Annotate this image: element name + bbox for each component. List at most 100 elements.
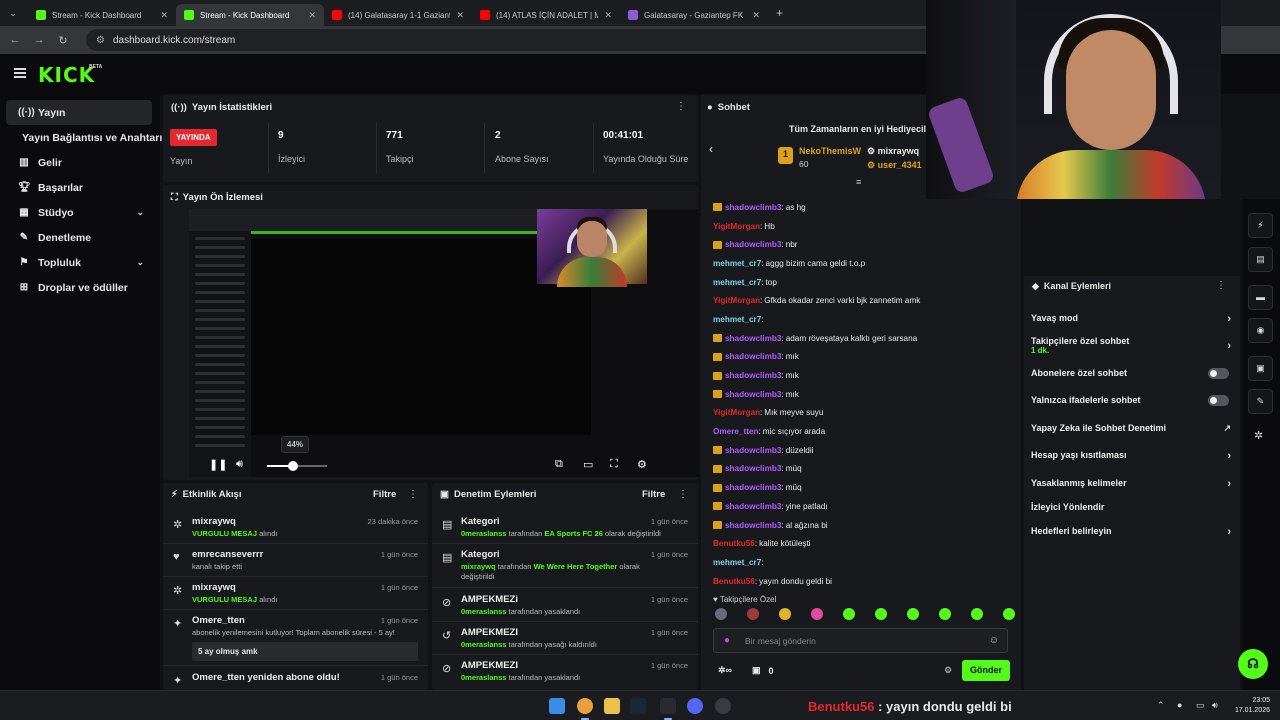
tray-chevron-icon[interactable]: ⌃ — [1157, 700, 1165, 711]
collapse-icon[interactable]: ≡ — [856, 177, 861, 187]
gift-icon[interactable]: ✲ — [1254, 429, 1263, 442]
chat-username[interactable]: Omere_tten — [713, 427, 759, 436]
app-icon[interactable] — [715, 698, 731, 714]
more-options-icon[interactable]: ⋮ — [1216, 280, 1226, 291]
top-gifter[interactable]: NekoThemisW — [799, 146, 861, 156]
chrome-icon[interactable] — [577, 698, 593, 714]
emote[interactable] — [907, 608, 919, 620]
forward-icon[interactable]: → — [32, 34, 46, 46]
mic-icon[interactable]: ● — [1177, 700, 1182, 710]
chat-username[interactable]: shadowclimb3 — [725, 464, 781, 473]
chat-bubble-icon[interactable]: ▬ — [1248, 285, 1273, 310]
chat-username[interactable]: shadowclimb3 — [725, 483, 781, 492]
back-icon[interactable]: ← — [8, 34, 22, 46]
sidebar-item-yayin[interactable]: ((·)) Yayın — [6, 100, 152, 125]
emote[interactable] — [779, 608, 791, 620]
slow-mode-item[interactable]: Yavaş mod › — [1031, 313, 1231, 325]
chat-username[interactable]: YigitMorgan — [713, 222, 760, 231]
channel-points-icon[interactable]: ✲∞ — [718, 665, 732, 676]
lightning-icon[interactable]: ⚡︎ — [1248, 213, 1273, 238]
chat-username[interactable]: shadowclimb3 — [725, 352, 781, 361]
chat-username[interactable]: shadowclimb3 — [725, 371, 781, 380]
moderation-icon[interactable]: ▣ — [1248, 356, 1273, 381]
pause-icon[interactable]: ❚❚ — [209, 458, 227, 471]
chat-username[interactable]: mehmet_cr7 — [713, 558, 761, 567]
wrench-icon[interactable]: ✎ — [1248, 389, 1273, 414]
emote[interactable] — [939, 608, 951, 620]
app-icon[interactable] — [660, 698, 676, 714]
pip-icon[interactable]: ⧉ — [555, 458, 563, 471]
close-icon[interactable]: ✕ — [604, 10, 612, 21]
volume-icon[interactable]: 🔊︎ — [236, 458, 243, 471]
volume-slider[interactable] — [267, 461, 327, 471]
chat-settings-icon[interactable]: ⚙ — [944, 665, 952, 676]
chat-username[interactable]: shadowclimb3 — [725, 203, 781, 212]
account-age-item[interactable]: Hesap yaşı kısıtlaması › — [1031, 450, 1231, 462]
support-button[interactable]: ☊ — [1238, 649, 1268, 679]
send-button[interactable]: Gönder — [962, 660, 1010, 681]
browser-tab[interactable]: (14) ATLAS İÇİN ADALET | Mad ✕ — [472, 4, 620, 26]
browser-tab[interactable]: Galatasaray - Gaziantep FK Ma ✕ — [620, 4, 768, 26]
raid-item[interactable]: İzleyici Yönlendir — [1031, 502, 1231, 512]
folder-icon[interactable] — [604, 698, 620, 714]
emotes-only-toggle[interactable] — [1208, 395, 1229, 406]
system-clock[interactable]: 23:05 17.01.2026 — [1235, 696, 1270, 716]
emote[interactable] — [811, 608, 823, 620]
activity-filter-button[interactable]: Filtre — [373, 489, 396, 500]
sidebar-item-basarilar[interactable]: 🏆︎ Başarılar — [6, 175, 152, 200]
emoji-icon[interactable]: ☺ — [989, 635, 999, 646]
sidebar-item-topluluk[interactable]: ⚑ Topluluk ⌄ — [6, 250, 152, 275]
broadcast-icon[interactable]: ◉ — [1248, 318, 1273, 343]
tab-search-icon[interactable]: ⌄ — [0, 0, 26, 26]
fullscreen-icon[interactable]: ⛶ — [610, 458, 618, 471]
chat-username[interactable]: Benutku56 — [713, 577, 755, 586]
top-gifter[interactable]: ⚙ mixraywq — [867, 146, 919, 157]
ai-moderation-item[interactable]: Yapay Zeka ile Sohbet Denetimi ↗ — [1031, 423, 1231, 433]
chat-username[interactable]: YigitMorgan — [713, 408, 760, 417]
close-icon[interactable]: ✕ — [456, 10, 464, 21]
chat-username[interactable]: shadowclimb3 — [725, 502, 781, 511]
browser-tab[interactable]: (14) Galatasaray 1-1 Gaziantep ✕ — [324, 4, 472, 26]
volume-icon[interactable]: 🔊︎ — [1212, 700, 1218, 711]
sidebar-item-stream-key[interactable]: Yayın Bağlantısı ve Anahtarı — [6, 125, 162, 150]
chat-username[interactable]: shadowclimb3 — [725, 334, 781, 343]
followers-only-item[interactable]: Takipçilere özel sohbet 1 dk. › — [1031, 336, 1231, 355]
chat-username[interactable]: Benutku56 — [713, 539, 755, 548]
close-icon[interactable]: ✕ — [160, 10, 168, 21]
emote[interactable] — [875, 608, 887, 620]
browser-tab-active[interactable]: Stream - Kick Dashboard ✕ — [176, 4, 324, 26]
steam-icon[interactable] — [630, 698, 646, 714]
notes-icon[interactable]: ▤ — [1248, 247, 1273, 272]
more-options-icon[interactable]: ⋮ — [676, 101, 686, 112]
reload-icon[interactable]: ↻ — [56, 34, 70, 47]
chat-username[interactable]: mehmet_cr7 — [713, 259, 761, 268]
menu-icon[interactable] — [14, 68, 26, 78]
new-tab-button[interactable]: + — [768, 6, 791, 20]
more-options-icon[interactable]: ⋮ — [678, 489, 688, 500]
discord-icon[interactable] — [687, 698, 703, 714]
network-icon[interactable]: ▭ — [1196, 700, 1205, 711]
close-icon[interactable]: ✕ — [308, 10, 316, 21]
mic-icon[interactable]: ● — [724, 635, 730, 646]
subscribers-only-item[interactable]: Abonelere özel sohbet — [1031, 368, 1231, 379]
emote[interactable] — [843, 608, 855, 620]
emotes-only-item[interactable]: Yalnızca ifadelerle sohbet — [1031, 395, 1231, 406]
settings-icon[interactable]: ⚙ — [637, 458, 647, 471]
site-info-icon[interactable]: ⚙ — [96, 35, 105, 46]
chat-username[interactable]: mehmet_cr7 — [713, 278, 761, 287]
chevron-left-icon[interactable]: ‹ — [709, 142, 713, 156]
banned-words-item[interactable]: Yasaklanmış kelimeler › — [1031, 478, 1231, 490]
sidebar-item-droplar[interactable]: ⊞ Droplar ve ödüller — [6, 275, 152, 300]
kick-logo[interactable]: KICK — [38, 63, 95, 87]
windows-start-icon[interactable] — [549, 698, 565, 714]
subscribers-only-toggle[interactable] — [1208, 368, 1229, 379]
url-field[interactable]: ⚙ dashboard.kick.com/stream — [86, 29, 996, 51]
chat-username[interactable]: YigitMorgan — [713, 296, 760, 305]
emote[interactable] — [971, 608, 983, 620]
chat-username[interactable]: shadowclimb3 — [725, 240, 781, 249]
sidebar-item-denetleme[interactable]: ✎ Denetleme — [6, 225, 152, 250]
sidebar-item-gelir[interactable]: ▥ Gelir — [6, 150, 152, 175]
volume-knob[interactable] — [288, 461, 299, 471]
chat-username[interactable]: mehmet_cr7 — [713, 315, 761, 324]
close-icon[interactable]: ✕ — [752, 10, 760, 21]
